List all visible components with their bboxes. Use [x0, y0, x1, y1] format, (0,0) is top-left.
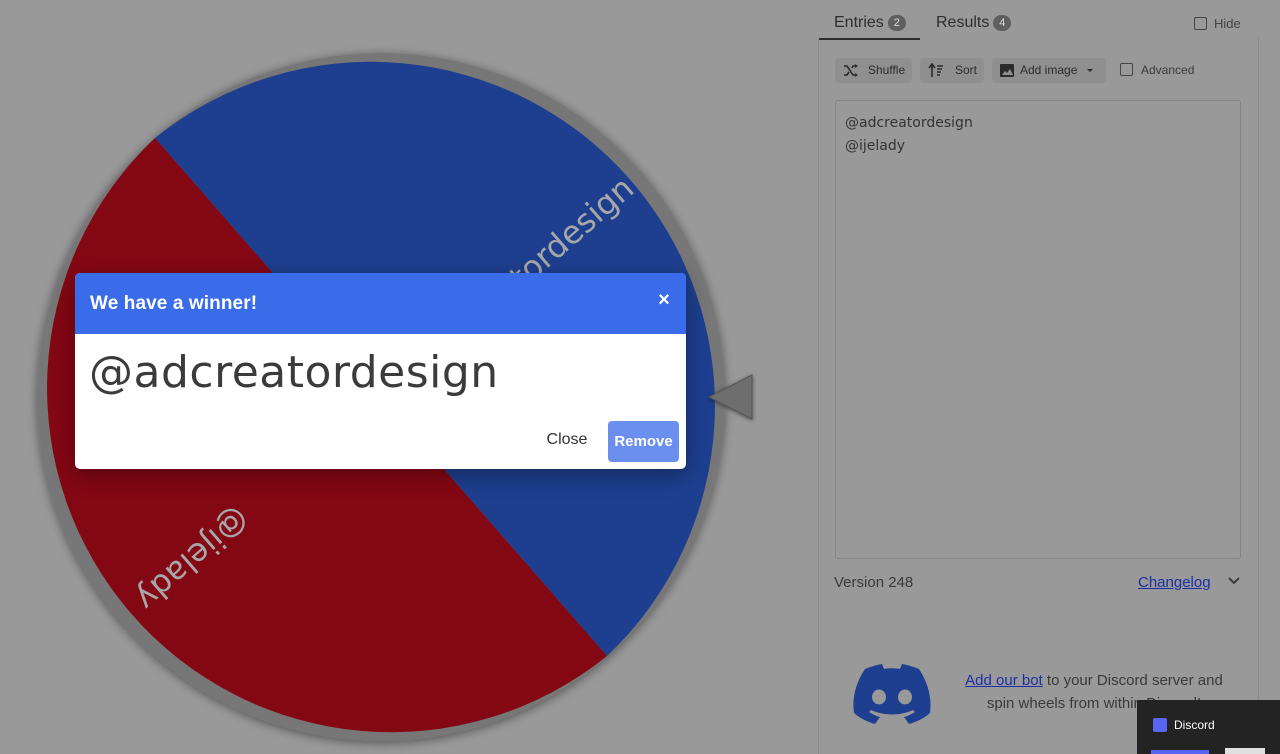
- sort-icon: [928, 63, 943, 77]
- add-image-label: Add image: [1020, 63, 1078, 77]
- chevron-down-icon[interactable]: [1227, 576, 1241, 586]
- winner-dialog: We have a winner! × @adcreatordesign Clo…: [75, 273, 686, 469]
- sort-button[interactable]: Sort: [920, 58, 984, 83]
- checkbox-icon[interactable]: [1194, 17, 1207, 30]
- discord-popup-button[interactable]: [1151, 750, 1209, 754]
- changelog-link[interactable]: Changelog: [1138, 574, 1211, 591]
- image-icon: [1000, 64, 1014, 77]
- tab-results-label: Results: [936, 14, 990, 31]
- entry-line: @ijelady: [845, 138, 906, 154]
- remove-button[interactable]: Remove: [608, 421, 679, 462]
- entries-panel: Entries 2 Results 4 Hide Shuffle Sort Add …: [818, 0, 1280, 754]
- winner-dialog-header: We have a winner! ×: [75, 273, 686, 334]
- sort-label: Sort: [955, 63, 978, 77]
- shuffle-icon: [844, 64, 858, 77]
- add-image-button[interactable]: Add image: [992, 58, 1106, 83]
- version-text: Version 248: [834, 574, 914, 591]
- advanced-label: Advanced: [1141, 63, 1195, 77]
- add-bot-link[interactable]: Add our bot: [965, 672, 1043, 689]
- winner-dialog-title: We have a winner!: [90, 293, 258, 314]
- tab-entries-label: Entries: [834, 14, 884, 31]
- shuffle-button[interactable]: Shuffle: [835, 58, 912, 83]
- active-tab-indicator: [819, 38, 920, 40]
- entries-textarea[interactable]: @adcreatordesign @ijelady: [835, 100, 1241, 559]
- advanced-checkbox[interactable]: Advanced: [1120, 63, 1194, 77]
- checkbox-icon[interactable]: [1120, 63, 1133, 76]
- discord-popup-title: Discord: [1174, 718, 1215, 732]
- tab-results[interactable]: Results 4: [936, 14, 1012, 32]
- discord-popup[interactable]: Discord: [1137, 700, 1280, 754]
- hide-label: Hide: [1214, 16, 1241, 31]
- hide-checkbox[interactable]: Hide: [1194, 16, 1241, 31]
- discord-popup-cut-text: [1225, 748, 1265, 754]
- entries-count-badge: 2: [887, 15, 906, 31]
- shuffle-label: Shuffle: [868, 63, 906, 77]
- results-count-badge: 4: [993, 15, 1012, 31]
- wheel-area: @adcreatordesign @ijelady We have a winn…: [0, 0, 818, 754]
- discord-icon: [1153, 718, 1167, 732]
- dropdown-arrow-icon: [1087, 69, 1093, 72]
- close-icon[interactable]: ×: [656, 289, 672, 312]
- close-button[interactable]: Close: [544, 422, 590, 458]
- winner-name: @adcreatordesign: [89, 347, 499, 398]
- tab-entries[interactable]: Entries 2: [834, 14, 906, 32]
- discord-logo-icon: [853, 664, 931, 724]
- entry-line: @adcreatordesign: [845, 115, 973, 131]
